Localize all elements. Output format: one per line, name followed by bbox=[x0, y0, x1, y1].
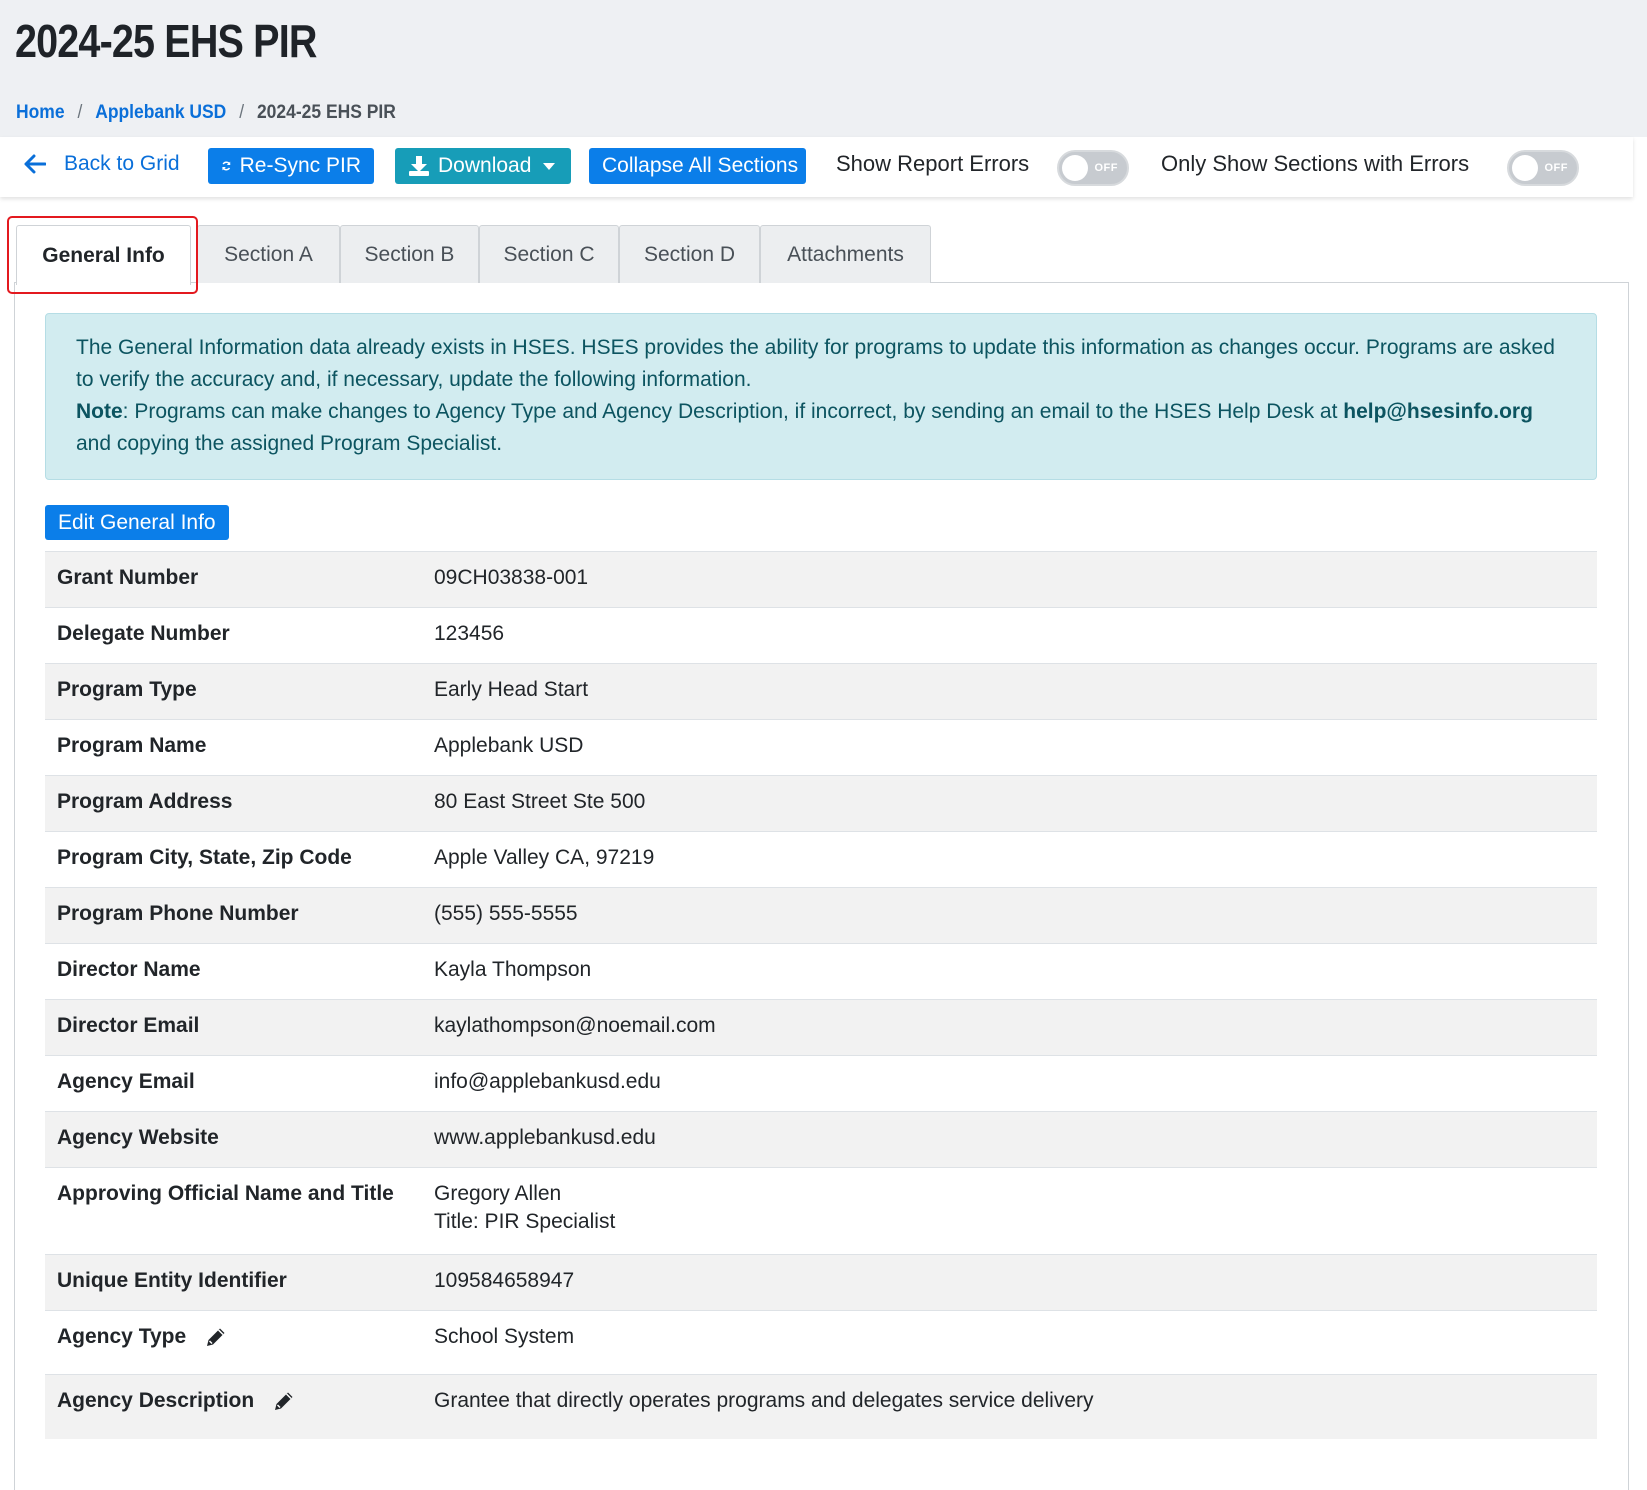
row-label: Agency Description bbox=[57, 1389, 255, 1412]
row-label: Program Name bbox=[45, 719, 434, 776]
row-value: Gregory Allen Title: PIR Specialist bbox=[434, 1167, 1597, 1255]
alert-note-text: : Programs can make changes to Agency Ty… bbox=[122, 400, 1344, 423]
row-value: (555) 555-5555 bbox=[434, 887, 1597, 944]
row-label: Approving Official Name and Title bbox=[45, 1167, 434, 1255]
row-label-cell: Agency Description bbox=[45, 1374, 434, 1439]
official-title: Title: PIR Specialist bbox=[434, 1210, 616, 1233]
breadcrumb-current: 2024-25 EHS PIR bbox=[256, 102, 396, 123]
row-label: Delegate Number bbox=[45, 607, 434, 664]
row-value: kaylathompson@noemail.com bbox=[434, 999, 1597, 1056]
breadcrumb-separator: / bbox=[77, 102, 83, 123]
table-row: Delegate Number 123456 bbox=[45, 607, 1597, 664]
tab-attachments[interactable]: Attachments bbox=[760, 225, 931, 283]
resync-pir-label: Re-Sync PIR bbox=[239, 154, 361, 177]
tab-section-d[interactable]: Section D bbox=[619, 225, 760, 283]
info-alert: The General Information data already exi… bbox=[45, 313, 1597, 480]
show-report-errors-toggle[interactable]: OFF bbox=[1057, 150, 1129, 186]
row-value: Grantee that directly operates programs … bbox=[434, 1374, 1597, 1439]
table-row: Director Name Kayla Thompson bbox=[45, 943, 1597, 1000]
table-row: Program Phone Number (555) 555-5555 bbox=[45, 887, 1597, 944]
row-value: 80 East Street Ste 500 bbox=[434, 775, 1597, 832]
row-value: School System bbox=[434, 1310, 1597, 1375]
table-row: Unique Entity Identifier 109584658947 bbox=[45, 1254, 1597, 1311]
row-value: 123456 bbox=[434, 607, 1597, 664]
table-row: Program City, State, Zip Code Apple Valle… bbox=[45, 831, 1597, 888]
breadcrumb-separator: / bbox=[239, 102, 245, 123]
table-row: Program Type Early Head Start bbox=[45, 663, 1597, 720]
row-label: Unique Entity Identifier bbox=[45, 1254, 434, 1311]
row-label: Program Address bbox=[45, 775, 434, 832]
show-report-errors-label: Show Report Errors bbox=[836, 151, 1030, 176]
tab-section-a[interactable]: Section A bbox=[197, 225, 340, 283]
back-to-grid-label: Back to Grid bbox=[64, 152, 180, 175]
row-label: Program City, State, Zip Code bbox=[45, 831, 434, 888]
row-label: Director Name bbox=[45, 943, 434, 1000]
table-row: Grant Number 09CH03838-001 bbox=[45, 551, 1597, 608]
toggle-knob bbox=[1512, 155, 1538, 181]
row-label: Agency Website bbox=[45, 1111, 434, 1168]
collapse-all-sections-button[interactable]: Collapse All Sections bbox=[589, 148, 806, 184]
row-value: 09CH03838-001 bbox=[434, 551, 1597, 608]
toggle-state: OFF bbox=[1094, 162, 1118, 174]
row-label: Agency Email bbox=[45, 1055, 434, 1112]
table-row: Agency Description Grantee that directly … bbox=[45, 1374, 1597, 1439]
caret-down-icon bbox=[543, 162, 556, 170]
official-name: Gregory Allen bbox=[434, 1182, 562, 1205]
row-value: www.applebankusd.edu bbox=[434, 1111, 1597, 1168]
table-row: Program Name Applebank USD bbox=[45, 719, 1597, 776]
active-tab-highlight bbox=[7, 216, 198, 294]
breadcrumb-home-link[interactable]: Home bbox=[16, 102, 65, 124]
row-value: Applebank USD bbox=[434, 719, 1597, 776]
download-label: Download bbox=[438, 154, 532, 177]
row-label: Grant Number bbox=[45, 551, 434, 608]
row-value: Early Head Start bbox=[434, 663, 1597, 720]
table-row: Director Email kaylathompson@noemail.com bbox=[45, 999, 1597, 1056]
tab-section-b[interactable]: Section B bbox=[340, 225, 479, 283]
tab-section-c[interactable]: Section C bbox=[479, 225, 619, 283]
toggle-state: OFF bbox=[1544, 162, 1568, 174]
pencil-icon[interactable] bbox=[272, 1389, 296, 1413]
row-value: Kayla Thompson bbox=[434, 943, 1597, 1000]
download-button[interactable]: Download bbox=[395, 148, 571, 184]
page-header: 2024-25 EHS PIR Home / Applebank USD / 2… bbox=[0, 0, 1647, 137]
breadcrumb: Home / Applebank USD / 2024-25 EHS PIR bbox=[16, 100, 396, 126]
table-row: Agency Type School System bbox=[45, 1310, 1597, 1375]
sync-icon bbox=[222, 161, 231, 171]
download-icon bbox=[409, 156, 429, 176]
row-label: Program Phone Number bbox=[45, 887, 434, 944]
row-value: Apple Valley CA, 97219 bbox=[434, 831, 1597, 888]
only-show-errors-label: Only Show Sections with Errors bbox=[1161, 151, 1470, 176]
page-title: 2024-25 EHS PIR bbox=[15, 15, 317, 67]
alert-text-end: and copying the assigned Program Special… bbox=[76, 432, 503, 455]
arrow-left-icon bbox=[24, 154, 46, 174]
table-row: Agency Email info@applebankusd.edu bbox=[45, 1055, 1597, 1112]
table-row: Approving Official Name and Title Gregory… bbox=[45, 1167, 1597, 1255]
general-info-table: Grant Number 09CH03838-001 Delegate Numbe… bbox=[45, 551, 1597, 1439]
pencil-icon[interactable] bbox=[204, 1325, 228, 1349]
help-desk-email[interactable]: help@hsesinfo.org bbox=[1343, 400, 1533, 423]
table-row: Program Address 80 East Street Ste 500 bbox=[45, 775, 1597, 832]
breadcrumb-program-link[interactable]: Applebank USD bbox=[95, 102, 226, 124]
row-label: Program Type bbox=[45, 663, 434, 720]
toolbar: Back to Grid Re-Sync PIR Download Collap… bbox=[0, 137, 1633, 197]
edit-general-info-button[interactable]: Edit General Info bbox=[45, 505, 229, 540]
back-to-grid-link[interactable]: Back to Grid bbox=[24, 147, 180, 181]
row-label-cell: Agency Type bbox=[45, 1310, 434, 1375]
alert-text: The General Information data already exi… bbox=[76, 336, 1555, 391]
row-label: Director Email bbox=[45, 999, 434, 1056]
alert-note-label: Note bbox=[76, 400, 123, 423]
only-show-errors-toggle[interactable]: OFF bbox=[1507, 150, 1579, 186]
toggle-knob bbox=[1062, 155, 1088, 181]
row-label: Agency Type bbox=[57, 1325, 187, 1348]
row-value: 109584658947 bbox=[434, 1254, 1597, 1311]
table-row: Agency Website www.applebankusd.edu bbox=[45, 1111, 1597, 1168]
row-value: info@applebankusd.edu bbox=[434, 1055, 1597, 1112]
resync-pir-button[interactable]: Re-Sync PIR bbox=[208, 148, 374, 184]
